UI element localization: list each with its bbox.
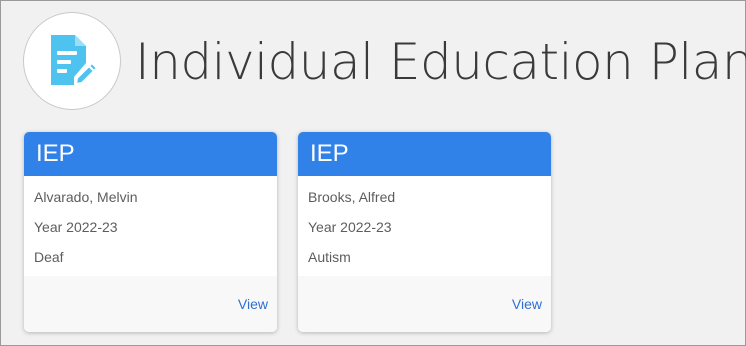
card-footer: View [24, 276, 277, 332]
app-frame: Individual Education Plan IEP Alvarado, … [0, 0, 746, 346]
card-body: Alvarado, Melvin Year 2022-23 Deaf [24, 176, 277, 276]
page-title: Individual Education Plan [135, 33, 746, 91]
app-logo [23, 12, 121, 110]
card-footer: View [298, 276, 551, 332]
document-edit-icon [51, 35, 98, 86]
iep-card: IEP Brooks, Alfred Year 2022-23 Autism V… [298, 132, 551, 332]
view-link[interactable]: View [238, 296, 268, 312]
student-name: Alvarado, Melvin [34, 189, 138, 205]
iep-card: IEP Alvarado, Melvin Year 2022-23 Deaf V… [24, 132, 277, 332]
disability-category: Deaf [34, 249, 64, 265]
disability-category: Autism [308, 249, 351, 265]
school-year: Year 2022-23 [34, 219, 118, 235]
card-header: IEP [24, 132, 277, 176]
student-name: Brooks, Alfred [308, 189, 396, 205]
card-header: IEP [298, 132, 551, 176]
card-body: Brooks, Alfred Year 2022-23 Autism [298, 176, 551, 276]
school-year: Year 2022-23 [308, 219, 392, 235]
view-link[interactable]: View [512, 296, 542, 312]
